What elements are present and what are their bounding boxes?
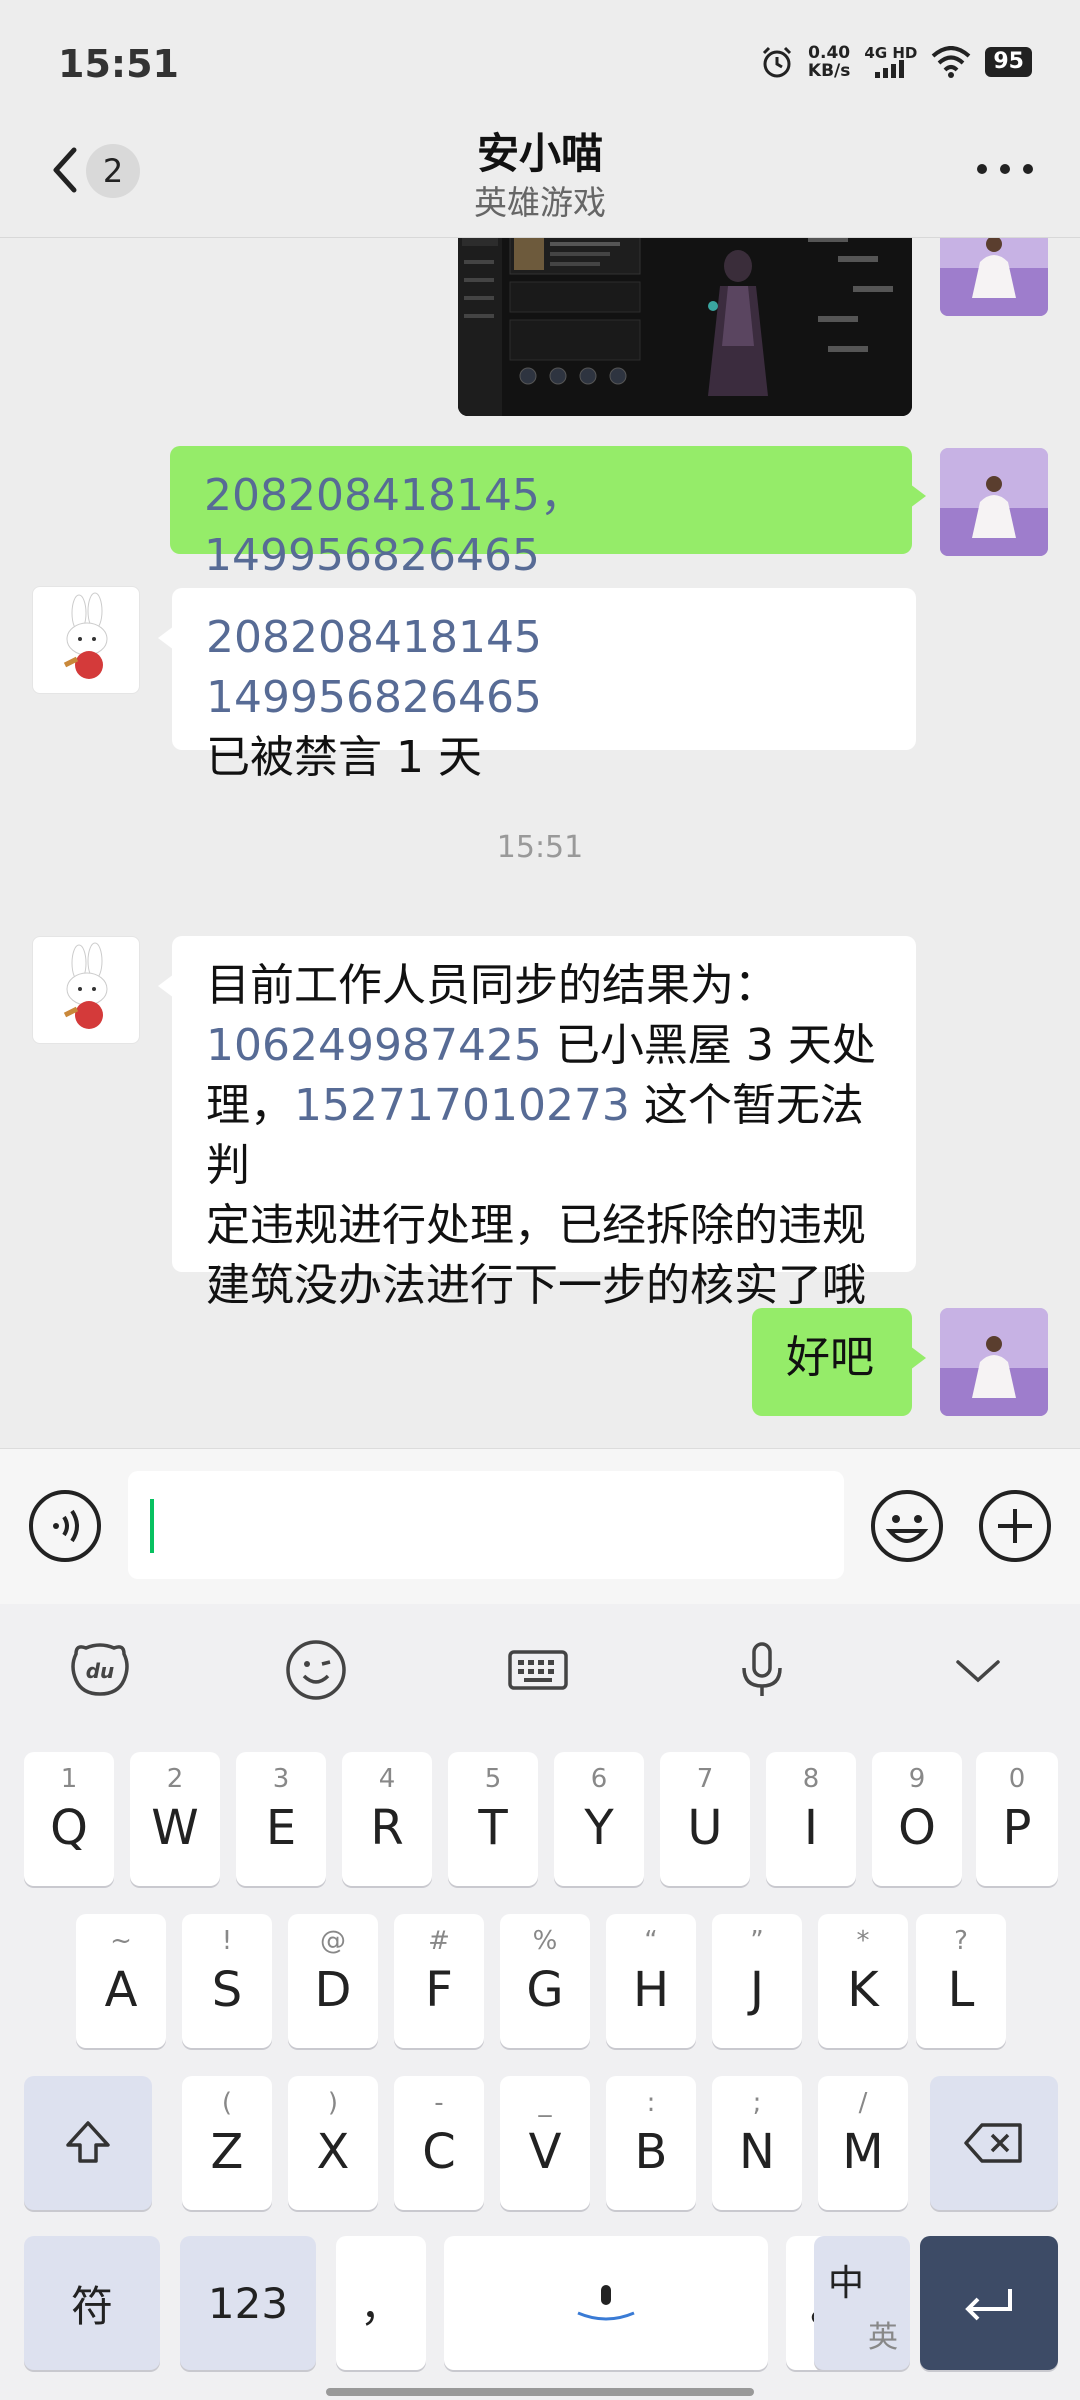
lavender-field-graphic: [940, 448, 1048, 556]
lavender-field-graphic: [940, 1308, 1048, 1416]
key-m[interactable]: / M: [818, 2076, 908, 2210]
key-n[interactable]: ; N: [712, 2076, 802, 2210]
key-c[interactable]: -C: [394, 2076, 484, 2210]
key-t[interactable]: 5T: [448, 1752, 538, 1886]
numbers-key[interactable]: 123: [180, 2236, 316, 2370]
key-p[interactable]: 0P: [976, 1752, 1058, 1886]
keyboard-layout-icon[interactable]: [506, 1638, 570, 1702]
game-screenshot-image[interactable]: [458, 238, 912, 416]
bunny-mascot-graphic: [63, 592, 108, 679]
status-time: 15:51: [58, 42, 179, 86]
key-o[interactable]: 9O: [872, 1752, 962, 1886]
symbols-key[interactable]: 符: [24, 2236, 160, 2370]
backspace-key[interactable]: [930, 2076, 1058, 2210]
key-d[interactable]: @ D: [288, 1914, 378, 2048]
incoming-message[interactable]: 目前工作人员同步的结果为： 106249987425 已小黑屋 3 天处 理，1…: [158, 936, 916, 1311]
key-q[interactable]: 1Q: [24, 1752, 114, 1886]
signal-group: 4G HD: [864, 46, 917, 78]
message-text: 208208418145，149956826465: [204, 470, 584, 581]
key-h[interactable]: “H: [606, 1914, 696, 2048]
comma-key[interactable]: ，: [336, 2236, 426, 2370]
message-line: 理，152717010273 这个暂无法判: [206, 1080, 864, 1191]
status-icons: 0.40 KB/s 4G HD 95: [760, 44, 1032, 80]
network-speed: 0.40 KB/s: [807, 43, 851, 81]
emoji-icon[interactable]: [870, 1489, 944, 1563]
signal-icon: [874, 60, 904, 78]
keyboard: du 1Q 2W 3E 4R 5T 6Y 7U 8I 9O 0P ~ A ! S…: [0, 1604, 1080, 2400]
outgoing-message[interactable]: 208208418145，149956826465: [170, 446, 926, 581]
message-text: 已被禁言 1 天: [206, 732, 482, 783]
backspace-icon: [964, 2123, 1022, 2163]
chat-header: 2 安小喵 英雄游戏: [0, 110, 1080, 238]
outgoing-message[interactable]: 好吧: [752, 1308, 926, 1416]
message-timestamp: 15:51: [496, 830, 584, 865]
key-f[interactable]: # F: [394, 1914, 484, 2048]
game-screenshot-graphic: [458, 238, 912, 416]
key-b[interactable]: :B: [606, 2076, 696, 2210]
message-input-bar: [0, 1448, 1080, 1604]
key-i[interactable]: 8I: [766, 1752, 856, 1886]
alarm-icon: [762, 46, 791, 78]
bunny-mascot-graphic: [63, 942, 108, 1029]
lavender-field-graphic: [940, 238, 1048, 316]
key-a[interactable]: ~ A: [76, 1914, 166, 2048]
enter-key[interactable]: [920, 2236, 1058, 2370]
player-id: 106249987425: [206, 1020, 542, 1071]
key-z[interactable]: (Z: [182, 2076, 272, 2210]
shift-arrow-icon: [66, 2121, 110, 2163]
wifi-icon: [932, 46, 971, 78]
key-j[interactable]: ” J: [712, 1914, 802, 2048]
message-line: 目前工作人员同步的结果为：: [206, 960, 778, 1011]
my-avatar[interactable]: [940, 448, 1048, 556]
emoticon-icon[interactable]: [284, 1638, 348, 1702]
key-v[interactable]: _ V: [500, 2076, 590, 2210]
add-attachment-icon[interactable]: [978, 1489, 1052, 1563]
incoming-message[interactable]: 208208418145 149956826465 已被禁言 1 天: [158, 588, 916, 783]
player-id: 152717010273: [294, 1080, 630, 1131]
du-logo-icon[interactable]: du: [68, 1638, 132, 1702]
my-avatar[interactable]: [940, 238, 1048, 316]
key-e[interactable]: 3E: [236, 1752, 326, 1886]
shift-key[interactable]: [24, 2076, 152, 2210]
message-input[interactable]: [128, 1471, 844, 1579]
key-w[interactable]: 2W: [130, 1752, 220, 1886]
space-mic-icon: [577, 2285, 635, 2321]
chat-subtitle: 英雄游戏: [474, 183, 606, 222]
key-l[interactable]: ? L: [916, 1914, 1006, 2048]
text-cursor: [150, 1499, 154, 1553]
contact-avatar[interactable]: [32, 936, 140, 1044]
enter-icon: [965, 2289, 1012, 2321]
home-indicator[interactable]: [326, 2388, 754, 2396]
message-line: 定违规进行处理，已经拆除的违规: [206, 1200, 866, 1251]
space-key[interactable]: [444, 2236, 768, 2370]
message-numbers: 208208418145 149956826465: [206, 612, 542, 723]
message-line: 106249987425 已小黑屋 3 天处: [206, 1020, 876, 1071]
key-g[interactable]: % G: [500, 1914, 590, 2048]
key-x[interactable]: ) X: [288, 2076, 378, 2210]
battery-indicator: 95: [985, 47, 1032, 77]
language-switch-key[interactable]: 中 英: [814, 2236, 910, 2370]
message-line: 建筑没办法进行下一步的核实了哦: [206, 1260, 866, 1311]
key-s[interactable]: ! S: [182, 1914, 272, 2048]
key-u[interactable]: 7U: [660, 1752, 750, 1886]
contact-avatar[interactable]: [32, 586, 140, 694]
keyboard-toolbar: du: [0, 1604, 1080, 1734]
my-avatar[interactable]: [940, 1308, 1048, 1416]
svg-text:du: du: [86, 1659, 115, 1683]
key-r[interactable]: 4R: [342, 1752, 432, 1886]
more-options-icon[interactable]: [970, 154, 1040, 184]
voice-input-icon[interactable]: [28, 1489, 102, 1563]
microphone-icon[interactable]: [730, 1638, 794, 1702]
chat-title: 安小喵: [476, 129, 603, 178]
collapse-keyboard-icon[interactable]: [946, 1638, 1010, 1702]
network-type: 4G HD: [864, 44, 918, 62]
key-k[interactable]: * K: [818, 1914, 908, 2048]
chat-area[interactable]: 208208418145，149956826465 208208418145 1…: [0, 238, 1080, 1448]
key-y[interactable]: 6Y: [554, 1752, 644, 1886]
message-text: 好吧: [786, 1332, 874, 1383]
